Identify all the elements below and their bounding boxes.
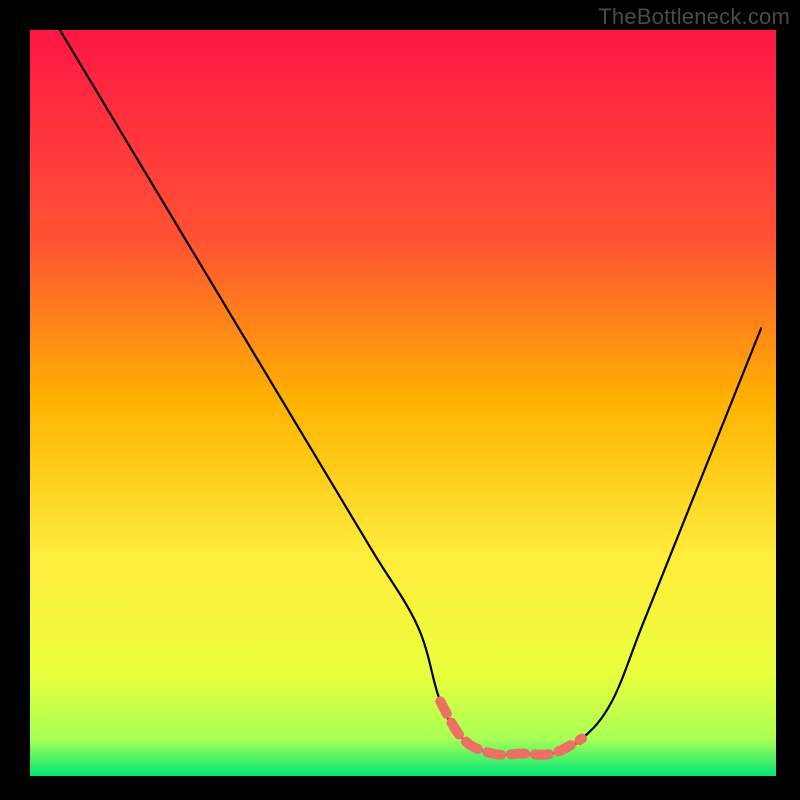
watermark-text: TheBottleneck.com (598, 4, 790, 30)
chart-plot-area (30, 30, 776, 776)
gradient-background (30, 30, 776, 776)
chart-svg (30, 30, 776, 776)
